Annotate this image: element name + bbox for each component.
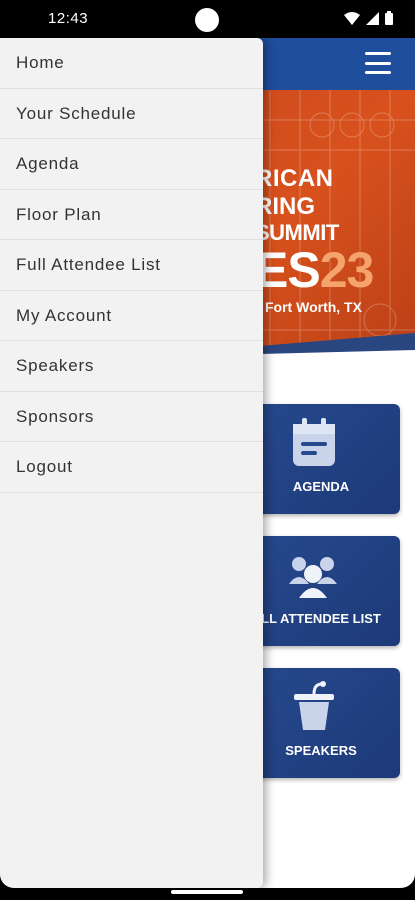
hamburger-menu-icon[interactable] bbox=[365, 52, 391, 74]
banner-title-line-1: RICAN bbox=[255, 165, 334, 192]
navigation-drawer: Home Your Schedule Agenda Floor Plan Ful… bbox=[0, 38, 263, 888]
drawer-item-speakers[interactable]: Speakers bbox=[0, 341, 263, 392]
front-camera bbox=[195, 8, 219, 32]
people-icon bbox=[289, 557, 337, 598]
battery-icon bbox=[385, 11, 393, 25]
podium-icon bbox=[294, 681, 334, 730]
drawer-item-my-account[interactable]: My Account bbox=[0, 291, 263, 341]
status-time: 12:43 bbox=[48, 10, 89, 27]
banner-title-line-2: RING bbox=[255, 193, 315, 220]
drawer-item-agenda[interactable]: Agenda bbox=[0, 139, 263, 190]
status-icons bbox=[344, 11, 393, 25]
banner-logo-prefix: ES bbox=[255, 242, 321, 298]
banner-event-logo: ES23 bbox=[255, 242, 375, 298]
drawer-item-logout[interactable]: Logout bbox=[0, 442, 263, 493]
drawer-item-sponsors[interactable]: Sponsors bbox=[0, 392, 263, 442]
banner-location: Fort Worth, TX bbox=[265, 299, 362, 315]
drawer-item-full-attendee-list[interactable]: Full Attendee List bbox=[0, 240, 263, 291]
app-screen: RICAN RING SUMMIT ES23 Fort Worth, TX AG… bbox=[0, 38, 415, 888]
drawer-item-floor-plan[interactable]: Floor Plan bbox=[0, 190, 263, 240]
calendar-icon bbox=[293, 418, 335, 466]
drawer-item-home[interactable]: Home bbox=[0, 38, 263, 89]
wifi-icon bbox=[344, 11, 360, 25]
gesture-home-bar[interactable] bbox=[171, 890, 243, 894]
banner-logo-year: 23 bbox=[319, 242, 375, 298]
drawer-item-your-schedule[interactable]: Your Schedule bbox=[0, 89, 263, 139]
status-bar: 12:43 bbox=[0, 0, 415, 38]
signal-icon bbox=[366, 11, 379, 25]
